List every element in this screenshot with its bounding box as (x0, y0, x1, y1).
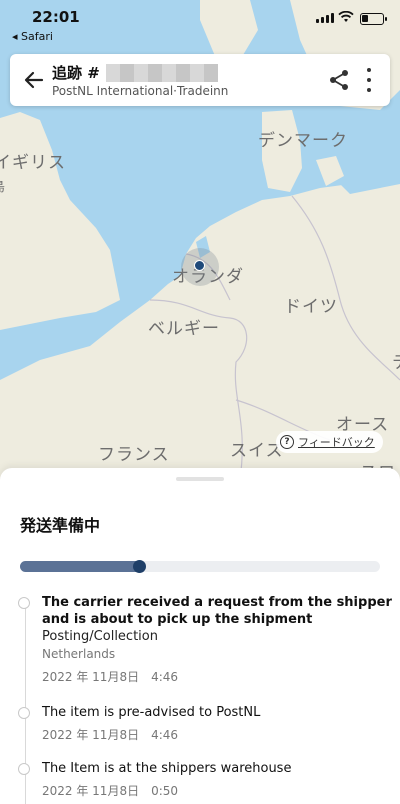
clock: 22:01 (32, 8, 80, 26)
tracking-title: 追跡 # (52, 62, 218, 83)
map-label-denmark: デンマーク (258, 131, 348, 151)
back-to-app-link[interactable]: ◂ Safari (12, 30, 53, 43)
event-title: The item is pre-advised to PostNL (42, 705, 261, 720)
timeline-dot-icon (18, 763, 30, 775)
tracking-sheet[interactable]: 発送準備中 The carrier received a request fro… (0, 468, 400, 804)
event-time: 2022 年 11月8日 0:50 (42, 784, 179, 798)
map-label-belgium: ベルギー (148, 319, 220, 339)
map-label-uk-fragment: 島 (0, 176, 6, 195)
event-time: 2022 年 11月8日 4:46 (42, 728, 179, 742)
timeline-event: The Item is at the shippers warehouse 20… (18, 760, 392, 800)
help-circle-icon: ? (280, 435, 294, 449)
location-pin-icon[interactable] (194, 260, 205, 271)
tracking-title-text: 追跡 # (52, 64, 100, 82)
cellular-signal-icon (316, 13, 334, 23)
status-bar: 22:01 ◂ Safari (0, 0, 400, 46)
timeline-event: The item is pre-advised to PostNL 2022 年… (18, 704, 392, 744)
redacted-tracking-number (105, 63, 218, 82)
event-location: Netherlands (42, 647, 116, 661)
shipment-progress-bar (20, 560, 380, 573)
map-label-france: フランス (98, 445, 170, 465)
back-arrow-icon[interactable] (22, 68, 46, 92)
event-subtitle: Posting/Collection (42, 629, 158, 644)
map-label-germany: ドイツ (284, 297, 338, 317)
event-title: The carrier received a request from the … (42, 595, 392, 627)
feedback-button[interactable]: ? フィードバック (276, 431, 383, 453)
carrier-name: PostNL International·Tradeinn (52, 84, 229, 98)
timeline-event: The carrier received a request from the … (18, 594, 392, 686)
progress-fill (20, 561, 139, 572)
timeline-dot-icon (18, 597, 30, 609)
share-icon[interactable] (328, 69, 350, 91)
event-title: The Item is at the shippers warehouse (42, 761, 292, 776)
tracking-header: 追跡 # PostNL International·Tradeinn (10, 54, 390, 106)
sheet-drag-handle[interactable] (176, 477, 224, 481)
map-label-uk: イギリス (0, 153, 66, 173)
event-time: 2022 年 11月8日 4:46 (42, 670, 179, 684)
battery-icon (360, 13, 387, 25)
map-label-edge: テ (392, 348, 400, 373)
feedback-label: フィードバック (298, 436, 375, 449)
wifi-icon (338, 11, 354, 22)
timeline-dot-icon (18, 707, 30, 719)
shipment-status-title: 発送準備中 (20, 516, 101, 535)
more-options-icon[interactable] (366, 68, 372, 92)
progress-marker (132, 560, 146, 573)
